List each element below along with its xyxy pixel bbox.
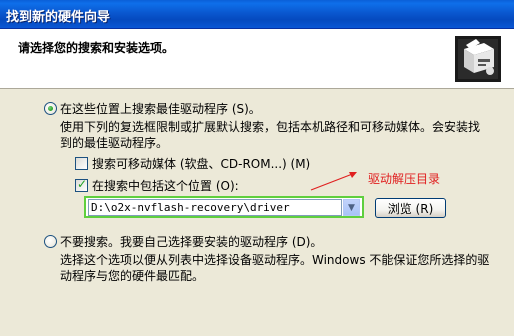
radio-search-label: 在这些位置上搜索最佳驱动程序 (S)。 [60, 102, 261, 116]
wizard-content: 在这些位置上搜索最佳驱动程序 (S)。 使用下列的复选框限制或扩展默认搜索，包括… [0, 90, 514, 336]
radio-button[interactable] [44, 235, 57, 248]
checkbox-removable-label: 搜索可移动媒体 (软盘、CD-ROM...) (M) [92, 157, 311, 171]
title-bar: 找到新的硬件向导 [0, 0, 514, 29]
location-combobox[interactable]: D:\o2x-nvflash-recovery\driver ▼ [84, 196, 364, 218]
radio-manual-label: 不要搜索。我要自己选择要安装的驱动程序 (D)。 [60, 235, 323, 249]
annotation-label: 驱动解压目录 [368, 172, 441, 186]
search-description-1: 使用下列的复选框限制或扩展默认搜索，包括本机路径和可移动媒体。会安装找 [60, 120, 481, 134]
checkbox[interactable] [75, 177, 88, 192]
manual-description-2: 动程序与您的硬件最匹配。 [60, 269, 205, 283]
hardware-wizard-icon [455, 36, 501, 82]
checkbox-location-label: 在搜索中包括这个位置 (O): [92, 179, 239, 193]
window-title: 找到新的硬件向导 [6, 10, 111, 25]
header-heading: 请选择您的搜索和安装选项。 [18, 41, 175, 55]
manual-description-1: 选择这个选项以便从列表中选择设备驱动程序。Windows 不能保证您所选择的驱 [60, 253, 490, 267]
annotation-arrow-icon [310, 172, 357, 191]
checkbox[interactable] [75, 157, 88, 170]
wizard-header: 请选择您的搜索和安装选项。 [0, 29, 514, 89]
radio-button[interactable] [44, 102, 57, 115]
radio-search-best[interactable]: 在这些位置上搜索最佳驱动程序 (S)。 [44, 100, 261, 117]
checkbox-removable-media[interactable]: 搜索可移动媒体 (软盘、CD-ROM...) (M) [75, 155, 310, 172]
checkbox-include-location[interactable]: 在搜索中包括这个位置 (O): [75, 177, 239, 194]
chevron-down-icon[interactable]: ▼ [343, 199, 360, 216]
browse-button[interactable]: 浏览 (R) [375, 198, 446, 218]
search-description-2: 到的最佳驱动程序。 [60, 136, 169, 150]
location-input[interactable]: D:\o2x-nvflash-recovery\driver [88, 199, 342, 216]
radio-manual-select[interactable]: 不要搜索。我要自己选择要安装的驱动程序 (D)。 [44, 233, 322, 250]
